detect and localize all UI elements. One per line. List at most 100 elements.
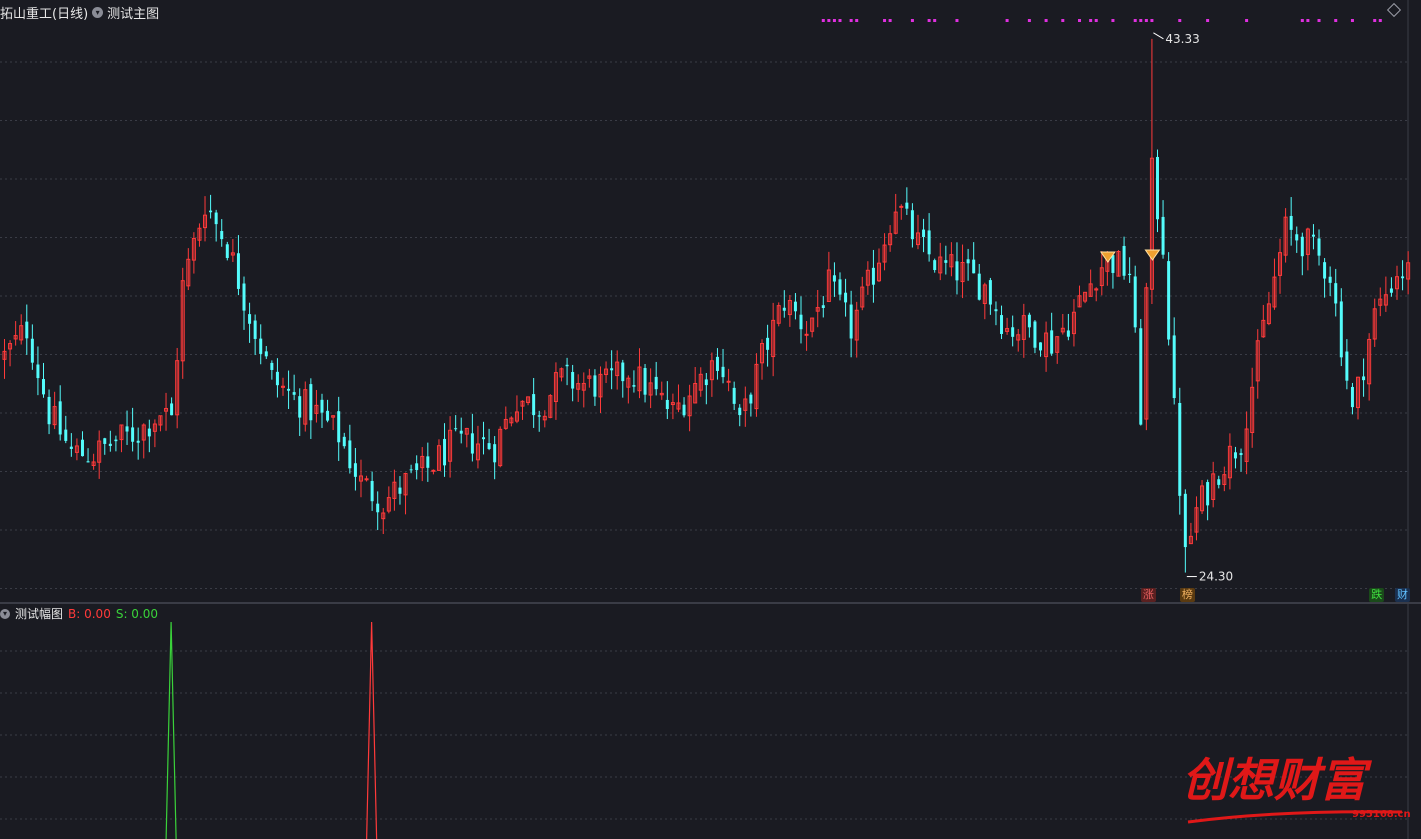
candle [170,397,174,416]
top-signal-marker [1317,19,1321,22]
candle [670,393,675,420]
candle [1200,480,1205,514]
candle [1167,252,1171,346]
candle [36,346,40,396]
candle [482,421,486,455]
event-badge[interactable]: 涨 [1140,588,1156,602]
candle [1255,329,1260,399]
candle [1149,38,1154,304]
candle [487,428,491,451]
candle [448,416,453,478]
candle [403,472,408,515]
candle [214,209,218,242]
top-signal-marker [955,19,959,22]
candle [1233,446,1237,469]
candle [1161,200,1165,259]
candle [47,389,51,435]
event-badge[interactable]: 跌 [1369,588,1385,602]
candle [392,469,397,511]
candle [1183,489,1187,573]
top-signal-marker [1061,19,1065,22]
candle [888,225,893,252]
candle [136,427,140,460]
candle [687,384,692,432]
b-value-label: B: 0.00 [68,606,111,621]
candle [821,296,825,318]
candle [1406,251,1411,295]
candle [910,203,914,248]
top-signal-marker [821,19,825,22]
candle [86,448,90,463]
main-indicator-label[interactable]: 测试主图 [107,3,159,22]
candle [220,219,224,247]
candle [698,367,703,397]
candle [13,321,18,346]
candle [520,400,525,420]
candle [938,242,943,281]
candle [191,232,196,274]
top-signal-marker [838,19,842,22]
candle [571,364,575,402]
candle [1323,258,1327,298]
candle [732,381,736,411]
candle [927,213,931,262]
candle [587,368,592,388]
top-signal-marker [1373,19,1377,22]
top-signal-marker [1245,19,1249,22]
candle [1300,232,1304,276]
candle [470,413,474,462]
candle [1094,287,1099,302]
candle [899,204,904,220]
candle [1266,291,1271,326]
top-signal-marker [849,19,853,22]
candle [593,369,597,406]
candle [454,415,458,432]
top-signal-marker [1350,19,1354,22]
candle [1111,252,1115,289]
candle [1217,475,1221,489]
candle [604,361,609,383]
candle [30,324,34,370]
candle [1372,298,1377,347]
candle [1088,269,1093,297]
candle [1083,291,1088,304]
candle [420,447,425,482]
top-signal-marker [827,19,831,22]
candle [25,304,29,355]
candlestick-chart[interactable]: 43.33 24.30 [0,0,1421,602]
candle [1071,299,1076,347]
candle [1401,260,1405,291]
candle [537,410,541,432]
event-badge[interactable]: 榜 [1179,588,1195,602]
candle [598,366,603,414]
candle [398,476,402,505]
candle [760,339,765,380]
candle [1128,257,1132,283]
candle [865,261,870,295]
candle [693,367,698,404]
candle [876,248,881,283]
chevron-down-icon[interactable]: ▾ [92,7,104,18]
candle [248,302,252,343]
candle [1367,333,1372,401]
candle [152,419,157,448]
candle [854,301,859,358]
candle [726,368,731,392]
candle [381,508,386,535]
candle [988,277,992,315]
high-price-label: 43.33 [1165,32,1199,46]
candle [787,295,792,327]
event-badge[interactable]: 财 [1395,588,1410,602]
candle [1328,266,1332,297]
candle [1395,265,1399,300]
main-chart-pane[interactable]: 43.33 24.30 [0,0,1421,602]
sub-indicator-label[interactable]: 测试幅图 [15,605,63,622]
candle [1317,229,1321,266]
top-signal-marker [1089,19,1093,22]
candle [1144,282,1149,431]
chevron-down-icon[interactable]: ▾ [0,608,10,619]
candle [610,350,614,390]
candle [509,416,514,427]
candle [1362,358,1366,397]
candle [253,314,257,356]
